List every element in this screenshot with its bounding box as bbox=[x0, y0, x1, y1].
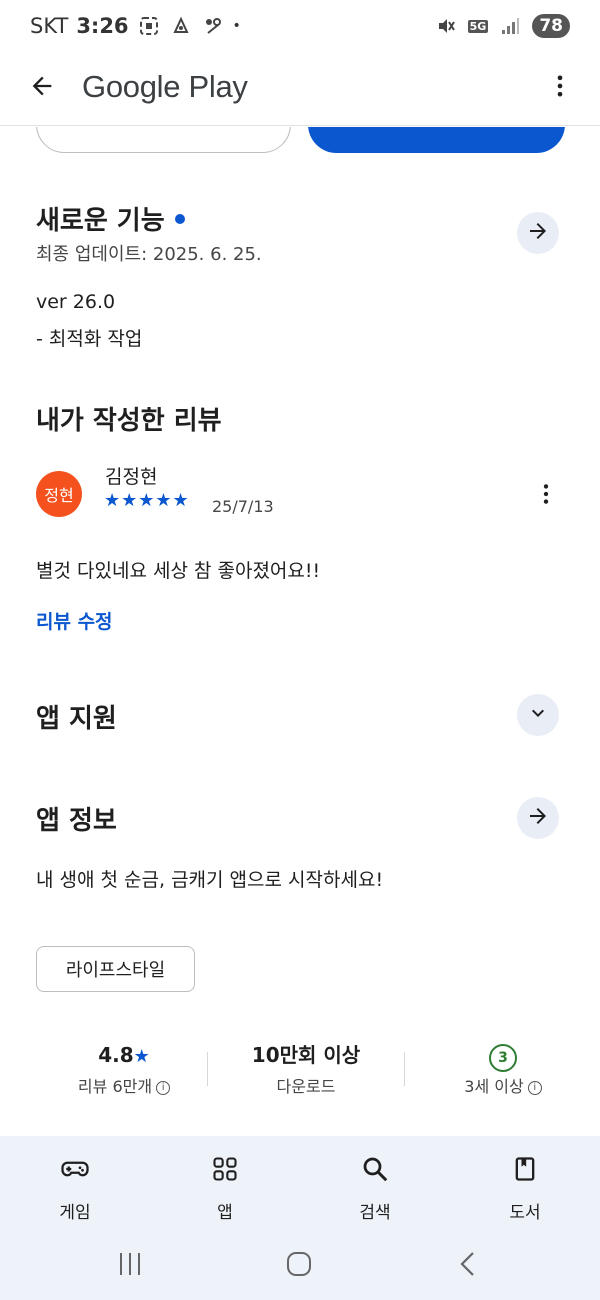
play-store-app-detail-page: SKT 3:26 • 5G 78 Google Play 새로운 기능 최종 업… bbox=[0, 0, 600, 1300]
nav-item-games[interactable]: 게임 bbox=[25, 1136, 125, 1230]
app-description: 내 생애 첫 순금, 금캐기 앱으로 시작하세요! bbox=[36, 869, 384, 891]
review-more-button[interactable] bbox=[526, 476, 566, 516]
age-label-row: 3세 이상 i bbox=[405, 1073, 600, 1097]
rating-stat: 4.8★ 리뷰 6만개 i bbox=[40, 1040, 208, 1097]
clock: 3:26 bbox=[76, 14, 129, 38]
network-type-label: 5G bbox=[467, 19, 489, 33]
age-rating-badge: 3 bbox=[489, 1044, 517, 1072]
whats-new-title: 새로운 기능 bbox=[36, 206, 165, 236]
category-chip[interactable]: 라이프스타일 bbox=[36, 946, 195, 992]
recent-apps-button[interactable] bbox=[110, 1250, 150, 1282]
review-star-rating: ★★★★★ bbox=[104, 490, 190, 511]
app-bar: Google Play bbox=[0, 56, 600, 126]
arrow-forward-icon bbox=[526, 219, 550, 247]
signal-strength-icon bbox=[498, 14, 522, 38]
more-options-button[interactable] bbox=[540, 68, 580, 108]
new-indicator-dot bbox=[174, 213, 185, 224]
reviewer-avatar: 정현 bbox=[36, 471, 82, 517]
system-back-button[interactable] bbox=[447, 1250, 487, 1282]
arrow-back-icon bbox=[28, 72, 56, 104]
age-rating-label: 3세 이상 bbox=[464, 1077, 524, 1096]
info-icon[interactable]: i bbox=[156, 1080, 171, 1095]
app-support-title[interactable]: 앱 지원 bbox=[36, 698, 117, 735]
rating-star-icon: ★ bbox=[133, 1046, 150, 1067]
search-icon bbox=[358, 1152, 392, 1186]
whats-new-heading[interactable]: 새로운 기능 bbox=[36, 200, 185, 237]
reviewer-name: 김정현 bbox=[105, 466, 158, 488]
app-info-arrow-button[interactable] bbox=[517, 797, 559, 839]
screenshot-notification-icon bbox=[137, 14, 161, 38]
status-bar-left: SKT 3:26 • bbox=[30, 14, 241, 38]
edit-review-link[interactable]: 리뷰 수정 bbox=[36, 607, 113, 634]
last-updated-text: 최종 업데이트: 2025. 6. 25. bbox=[36, 244, 262, 265]
more-vert-icon bbox=[533, 481, 559, 511]
nav-label-books: 도서 bbox=[509, 1203, 541, 1223]
running-app-notification-icon bbox=[169, 14, 193, 38]
downloads-value: 10만회 이상 bbox=[251, 1043, 361, 1067]
home-icon bbox=[286, 1251, 312, 1281]
review-text: 별것 다있네요 세상 참 좋아졌어요!! bbox=[36, 560, 321, 582]
status-bar-right: 5G 78 bbox=[434, 14, 570, 38]
app-info-title[interactable]: 앱 정보 bbox=[36, 800, 117, 837]
hotspot-notification-icon bbox=[201, 14, 225, 38]
nav-item-search[interactable]: 검색 bbox=[325, 1136, 425, 1230]
app-title: Google Play bbox=[82, 69, 248, 104]
nav-label-search: 검색 bbox=[359, 1203, 391, 1223]
whats-new-arrow-button[interactable] bbox=[517, 212, 559, 254]
rating-value-row: 4.8★ bbox=[40, 1040, 208, 1070]
nav-label-games: 게임 bbox=[59, 1203, 91, 1223]
rating-value: 4.8 bbox=[98, 1043, 134, 1067]
mute-icon bbox=[434, 14, 458, 38]
scroll-content-inner: 제거 열기 새로운 기능 최종 업데이트: 2025. 6. 25. ver 2… bbox=[0, 127, 600, 1136]
release-notes-text: - 최적화 작업 bbox=[36, 328, 143, 350]
my-review-title: 내가 작성한 리뷰 bbox=[36, 406, 222, 436]
arrow-forward-icon bbox=[526, 804, 550, 832]
carrier-label: SKT bbox=[30, 14, 69, 38]
uninstall-button-label: 제거 bbox=[37, 127, 290, 131]
home-button[interactable] bbox=[279, 1250, 319, 1282]
app-support-expand-button[interactable] bbox=[517, 694, 559, 736]
downloads-stat: 10만회 이상 다운로드 bbox=[208, 1040, 404, 1097]
chevron-left-icon bbox=[457, 1250, 477, 1282]
bottom-navigation: 게임 앱 검색 도서 bbox=[0, 1136, 600, 1230]
battery-level: 78 bbox=[532, 14, 570, 38]
more-vert-icon bbox=[546, 72, 574, 104]
chevron-down-icon bbox=[526, 701, 550, 729]
downloads-label: 다운로드 bbox=[276, 1077, 336, 1096]
open-button-label: 열기 bbox=[308, 127, 565, 130]
book-icon bbox=[508, 1152, 542, 1186]
scroll-content[interactable]: 제거 열기 새로운 기능 최종 업데이트: 2025. 6. 25. ver 2… bbox=[0, 127, 600, 1136]
nav-label-apps: 앱 bbox=[217, 1203, 233, 1223]
more-notifications-dot: • bbox=[232, 18, 241, 34]
status-bar: SKT 3:26 • 5G 78 bbox=[0, 0, 600, 56]
rating-label-row: 리뷰 6만개 i bbox=[40, 1073, 208, 1097]
nav-item-books[interactable]: 도서 bbox=[475, 1136, 575, 1230]
rating-count-label: 리뷰 6만개 bbox=[77, 1077, 153, 1096]
info-icon[interactable]: i bbox=[527, 1080, 542, 1095]
gamepad-icon bbox=[58, 1152, 92, 1186]
back-button[interactable] bbox=[22, 68, 62, 108]
open-button[interactable]: 열기 bbox=[308, 127, 565, 153]
apps-grid-icon bbox=[208, 1152, 242, 1186]
content-rating-stat: 3 3세 이상 i bbox=[405, 1040, 600, 1097]
system-navigation-bar bbox=[0, 1230, 600, 1300]
version-text: ver 26.0 bbox=[36, 291, 116, 313]
review-date: 25/7/13 bbox=[212, 497, 274, 516]
age-rating-row: 3 bbox=[405, 1040, 600, 1072]
uninstall-button[interactable]: 제거 bbox=[36, 127, 291, 153]
nav-item-apps[interactable]: 앱 bbox=[175, 1136, 275, 1230]
recents-icon bbox=[116, 1251, 144, 1281]
